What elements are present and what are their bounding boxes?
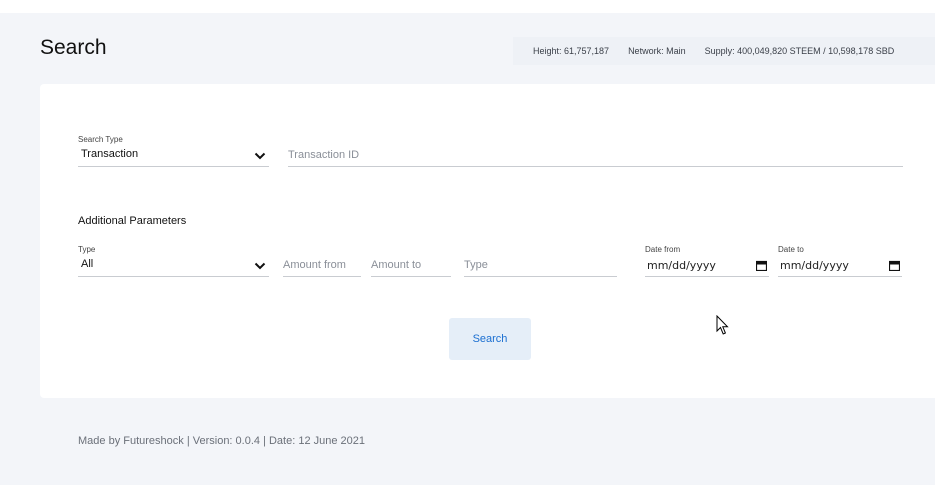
search-type-value: Transaction [81, 148, 139, 160]
date-to-input[interactable]: mm/dd/yyyy [778, 254, 902, 277]
amount-from-placeholder: Amount from [283, 259, 346, 271]
search-type-label: Search Type [78, 135, 123, 144]
operation-type-input[interactable]: Type [464, 254, 617, 277]
type-label: Type [78, 245, 96, 254]
top-bar [0, 0, 935, 13]
transaction-id-placeholder-text: Transaction ID [288, 149, 360, 161]
transaction-id-input[interactable]: Transaction ID [288, 144, 903, 167]
calendar-icon[interactable] [889, 260, 900, 271]
amount-to-placeholder: Amount to [371, 259, 422, 271]
mouse-pointer-icon [716, 315, 729, 335]
chain-stats-bar: Height: 61,757,187 Network: Main Supply:… [513, 37, 935, 65]
footer-text: Made by Futureshock | Version: 0.0.4 | D… [78, 435, 365, 447]
supply-info: Supply: 400,049,820 STEEM / 10,598,178 S… [704, 46, 895, 56]
additional-parameters-title: Additional Parameters [78, 215, 187, 227]
chevron-down-icon [254, 262, 266, 270]
amount-to-input[interactable]: Amount to [371, 254, 451, 277]
date-to-value: mm/dd/yyyy [780, 259, 849, 272]
calendar-icon[interactable] [756, 260, 767, 271]
date-from-value: mm/dd/yyyy [647, 259, 716, 272]
amount-from-input[interactable]: Amount from [283, 254, 361, 277]
search-button[interactable]: Search [449, 318, 531, 360]
search-type-select[interactable]: Transaction [78, 144, 269, 167]
page-title: Search [40, 36, 107, 59]
type-value: All [81, 258, 94, 270]
chevron-down-icon [254, 152, 266, 160]
date-from-label: Date from [645, 245, 681, 254]
network-status: Network: Main [628, 46, 686, 56]
block-height: Height: 61,757,187 [533, 46, 610, 56]
date-from-input[interactable]: mm/dd/yyyy [645, 254, 769, 277]
date-to-label: Date to [778, 245, 804, 254]
type-select[interactable]: All [78, 254, 269, 277]
operation-type-placeholder: Type [464, 259, 488, 271]
